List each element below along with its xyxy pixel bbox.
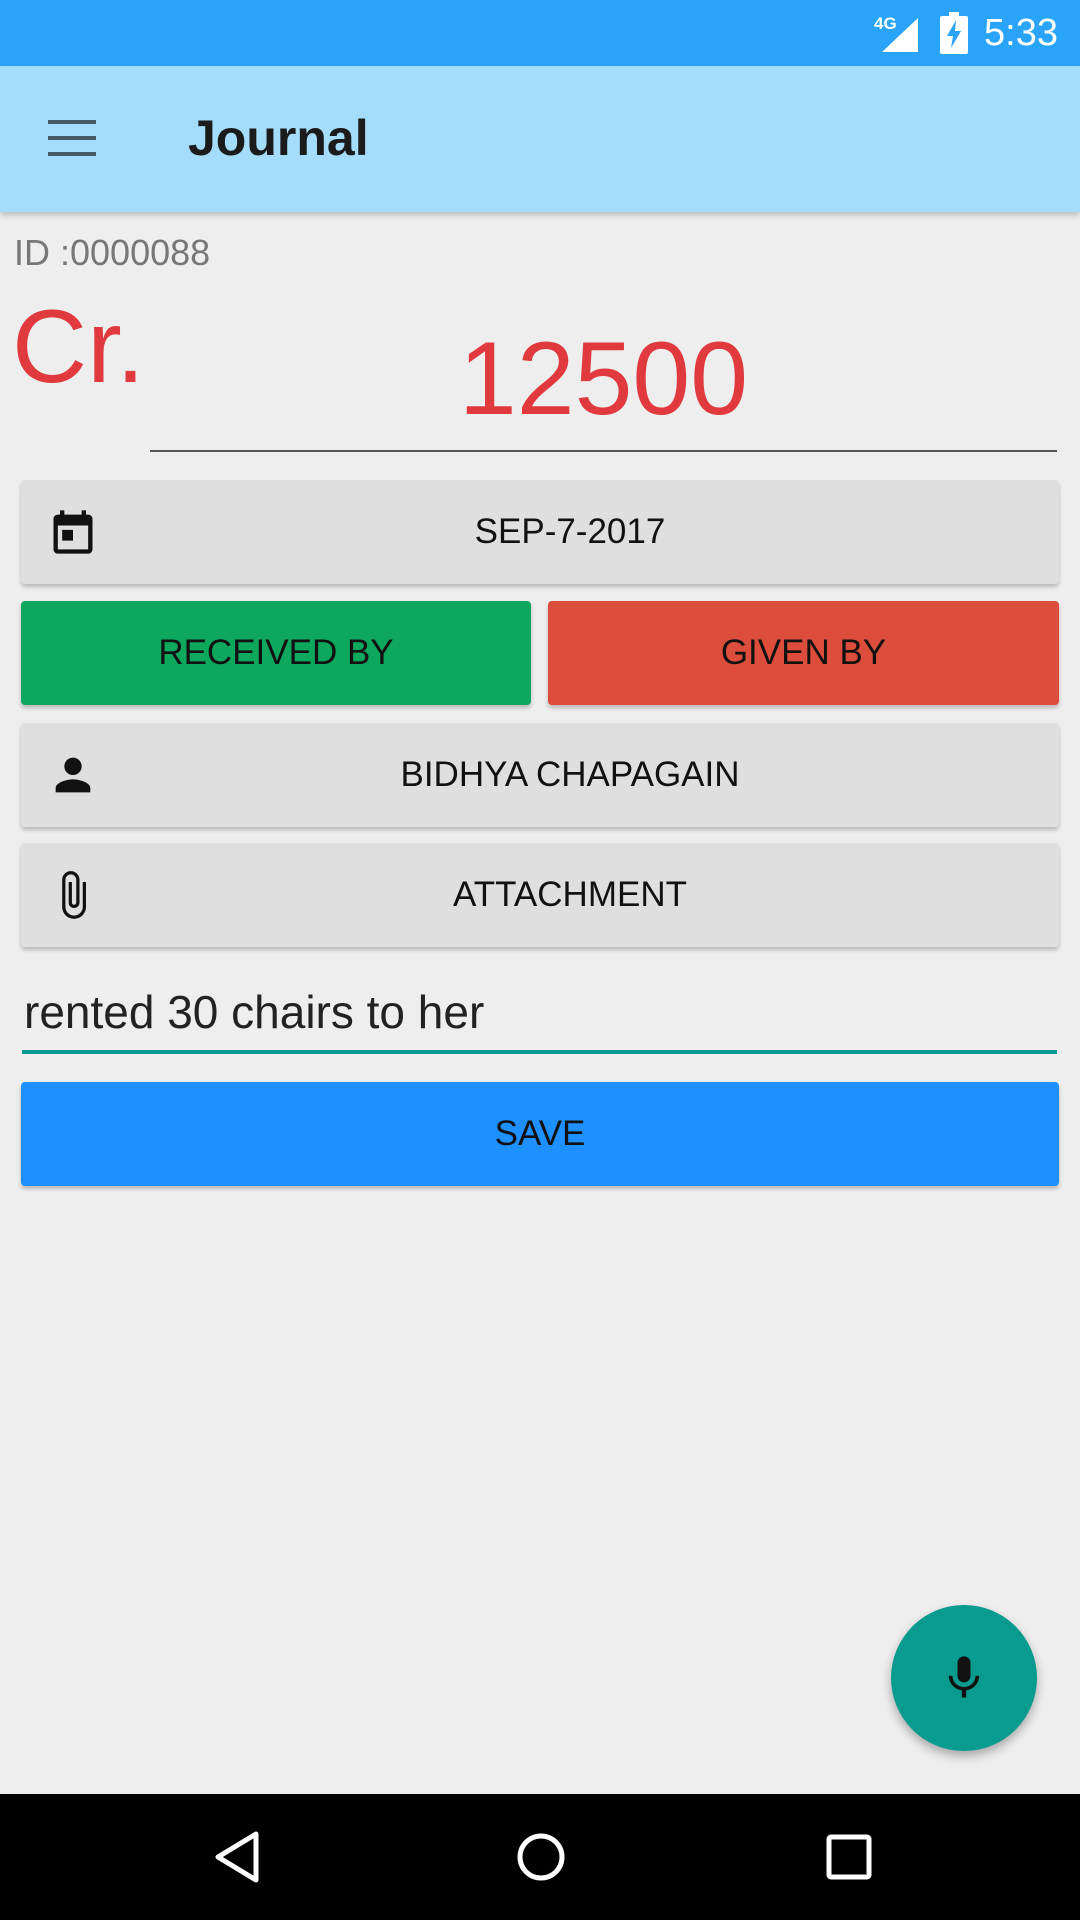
person-icon	[55, 757, 91, 793]
signal-icon: 4G	[874, 14, 920, 52]
received-by-button[interactable]: RECEIVED BY	[21, 601, 531, 705]
date-picker-button[interactable]: SEP-7-2017	[21, 480, 1059, 584]
status-bar: 4G 5:33	[0, 0, 1080, 66]
page-title: Journal	[188, 110, 369, 166]
battery-charging-icon	[940, 12, 968, 54]
voice-input-button[interactable]	[891, 1605, 1037, 1751]
note-input[interactable]	[22, 980, 1057, 1054]
microphone-icon	[948, 1656, 980, 1698]
given-by-button[interactable]: GIVEN BY	[548, 601, 1059, 705]
save-button[interactable]: SAVE	[21, 1082, 1059, 1186]
calendar-icon	[53, 510, 93, 554]
status-time: 5:33	[984, 12, 1058, 54]
date-label: SEP-7-2017	[474, 512, 666, 551]
amount-input[interactable]: 12500	[150, 310, 1057, 452]
credit-type-label: Cr.	[12, 289, 145, 405]
amount-value: 12500	[458, 321, 749, 437]
recent-apps-icon[interactable]	[822, 1830, 876, 1884]
person-picker-button[interactable]: BIDHYA CHAPAGAIN	[21, 723, 1059, 827]
app-bar: Journal	[0, 66, 1080, 212]
attachment-label: ATTACHMENT	[453, 875, 687, 914]
home-icon[interactable]	[514, 1830, 568, 1884]
entry-id-label: ID :0000088	[14, 232, 211, 273]
person-name-label: BIDHYA CHAPAGAIN	[400, 755, 740, 794]
attachment-button[interactable]: ATTACHMENT	[21, 843, 1059, 947]
navigation-bar	[0, 1794, 1080, 1920]
paperclip-icon	[62, 871, 86, 919]
back-icon[interactable]	[210, 1830, 264, 1884]
menu-icon[interactable]	[40, 114, 104, 162]
